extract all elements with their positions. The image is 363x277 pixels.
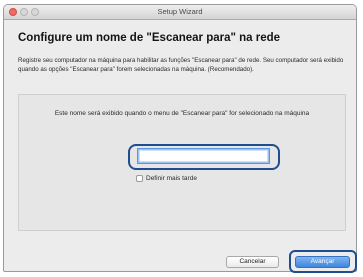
define-later-checkbox[interactable] bbox=[136, 175, 143, 182]
title-bar: Setup Wizard bbox=[4, 5, 356, 20]
next-button[interactable]: Avançar bbox=[295, 256, 350, 268]
window-title: Setup Wizard bbox=[157, 7, 203, 16]
setup-wizard-window: Setup Wizard Configure um nome de "Escan… bbox=[3, 4, 357, 272]
define-later-label: Definir mais tarde bbox=[146, 175, 197, 182]
cancel-button[interactable]: Cancelar bbox=[226, 256, 279, 268]
page-description: Registre seu computador na máquina para … bbox=[18, 57, 344, 73]
panel-instruction: Este nome será exibido quando o menu de … bbox=[54, 110, 310, 117]
page-heading: Configure um nome de "Escanear para" na … bbox=[18, 32, 281, 44]
scan-name-input[interactable] bbox=[137, 148, 270, 164]
define-later-option[interactable]: Definir mais tarde bbox=[136, 175, 197, 182]
scan-name-panel: Este nome será exibido quando o menu de … bbox=[18, 94, 346, 231]
